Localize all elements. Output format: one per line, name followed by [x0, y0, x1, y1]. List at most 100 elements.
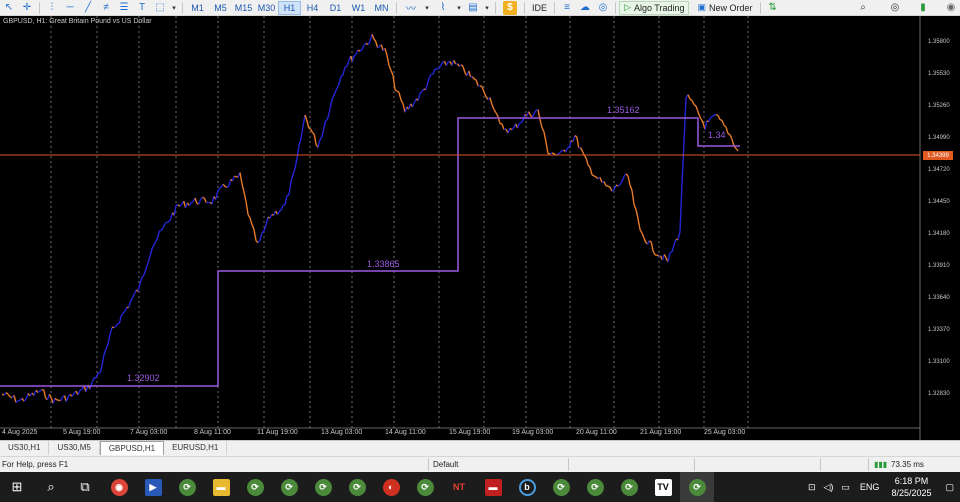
- display-icon[interactable]: ▭: [841, 482, 850, 493]
- candle-segment: [361, 45, 365, 50]
- ide-button[interactable]: IDE: [528, 1, 551, 15]
- windows-start-icon[interactable]: ⊞: [0, 472, 34, 502]
- profile-icon[interactable]: ◉: [942, 1, 960, 15]
- dollar-icon[interactable]: $: [503, 0, 517, 15]
- notifications-icon[interactable]: ▢: [945, 482, 954, 493]
- candle-segment: [168, 218, 172, 223]
- candle-segment: [551, 152, 555, 155]
- text-icon[interactable]: T: [133, 1, 151, 15]
- new-order-button[interactable]: ▣ New Order: [693, 1, 756, 15]
- community-icon[interactable]: ◎: [886, 1, 904, 15]
- metatrader-icon[interactable]: ⟳: [238, 472, 272, 502]
- candle-segment: [595, 176, 599, 180]
- candle-segment: [122, 310, 126, 314]
- candle-segment: [107, 334, 111, 345]
- metatrader-icon[interactable]: ⟳: [340, 472, 374, 502]
- metatrader-icon[interactable]: ⟳: [544, 472, 578, 502]
- candle-segment: [308, 127, 311, 130]
- candle-segment: [302, 114, 306, 127]
- metatrader-icon[interactable]: ⟳: [306, 472, 340, 502]
- chevron-down-icon[interactable]: ▾: [482, 1, 492, 15]
- task-view-icon[interactable]: ⧉: [68, 472, 102, 502]
- ninjatrader-icon[interactable]: NT: [442, 472, 476, 502]
- tab-us30-m5[interactable]: US30,M5: [49, 441, 100, 455]
- app-icon[interactable]: ◐: [374, 472, 408, 502]
- candle-segment: [511, 126, 515, 131]
- app-icon[interactable]: b: [510, 472, 544, 502]
- candle-segment: [321, 128, 325, 138]
- candle-segment: [568, 140, 572, 148]
- timeframe-h4[interactable]: H4: [301, 1, 324, 15]
- metatrader-icon[interactable]: ⟳: [612, 472, 646, 502]
- search-icon[interactable]: ⌕: [854, 1, 872, 15]
- tab-gbpusd-h1[interactable]: GBPUSD,H1: [99, 441, 165, 455]
- price-label: 1.33640: [928, 295, 950, 301]
- tab-eurusd-h1[interactable]: EURUSD,H1: [164, 441, 228, 455]
- vertical-line-icon[interactable]: ⫶: [43, 1, 61, 15]
- chevron-down-icon[interactable]: ▾: [169, 1, 179, 15]
- file-explorer-icon[interactable]: ▬: [204, 472, 238, 502]
- timeframe-w1[interactable]: W1: [347, 1, 370, 15]
- candle-segment: [115, 323, 119, 328]
- candle-segment: [216, 188, 221, 193]
- candle-segment: [445, 61, 449, 66]
- shapes-icon[interactable]: ⬚: [151, 1, 169, 15]
- chart-area[interactable]: GBPUSD, H1: Great Britain Pound vs US Do…: [0, 16, 960, 440]
- candle-segment: [698, 115, 702, 120]
- network-icon[interactable]: ⊡: [808, 482, 816, 493]
- fibonacci-icon[interactable]: ☰: [115, 1, 133, 15]
- level-icon[interactable]: ▮: [914, 1, 932, 15]
- timeframe-m30[interactable]: M30: [255, 1, 278, 15]
- candle-segment: [533, 110, 537, 114]
- level-step-line: [0, 117, 740, 387]
- separator: [428, 458, 429, 471]
- candle-segment: [91, 377, 95, 384]
- chevron-down-icon[interactable]: ▾: [422, 1, 432, 15]
- clock[interactable]: 6:18 PM 8/25/2025: [891, 475, 931, 499]
- app-icon[interactable]: ▬: [476, 472, 510, 502]
- templates-icon[interactable]: ▤: [464, 1, 482, 15]
- cloud-icon[interactable]: ☁: [576, 1, 594, 15]
- metatrader-icon[interactable]: ⟳: [408, 472, 442, 502]
- separator: [820, 458, 821, 471]
- indicators-icon[interactable]: ⌇: [432, 1, 454, 15]
- chrome-icon[interactable]: ◉: [102, 472, 136, 502]
- trade-arrows-icon[interactable]: ⇅: [764, 1, 782, 15]
- candle-segment: [247, 213, 251, 219]
- metatrader-icon[interactable]: ⟳: [680, 472, 714, 502]
- timeframe-mn[interactable]: MN: [370, 1, 393, 15]
- horizontal-line-icon[interactable]: ─: [61, 1, 79, 15]
- candle-segment: [346, 61, 350, 67]
- profile-name: Default: [433, 460, 459, 469]
- search-icon[interactable]: ⌕: [34, 472, 68, 502]
- timeframe-m15[interactable]: M15: [232, 1, 255, 15]
- cursor-icon[interactable]: ↖: [0, 1, 18, 15]
- chart-type-icon[interactable]: 〰: [400, 1, 422, 15]
- candle-segment: [284, 195, 288, 206]
- volume-icon[interactable]: ◁): [823, 482, 833, 493]
- timeframe-m5[interactable]: M5: [209, 1, 232, 15]
- vps-icon[interactable]: ◎: [594, 1, 612, 15]
- candle-segment: [296, 145, 300, 159]
- tradingview-icon[interactable]: TV: [646, 472, 680, 502]
- candle-segment: [421, 88, 425, 93]
- timeframe-h1[interactable]: H1: [278, 0, 301, 15]
- timeframe-d1[interactable]: D1: [324, 1, 347, 15]
- time-label: 25 Aug 03:00: [704, 429, 746, 436]
- trendline-icon[interactable]: ╱: [79, 1, 97, 15]
- app-icon[interactable]: ▶: [136, 472, 170, 502]
- candle-segment: [234, 175, 237, 178]
- candle-segment: [77, 390, 81, 396]
- algo-trading-button[interactable]: ▷ Algo Trading: [619, 0, 690, 15]
- timeframe-m1[interactable]: M1: [186, 1, 209, 15]
- candle-segment: [593, 175, 597, 178]
- chevron-down-icon[interactable]: ▾: [454, 1, 464, 15]
- metatrader-icon[interactable]: ⟳: [272, 472, 306, 502]
- metatrader-icon[interactable]: ⟳: [170, 472, 204, 502]
- channel-icon[interactable]: ≠: [97, 1, 115, 15]
- signals-icon[interactable]: ≡: [558, 1, 576, 15]
- metatrader-icon[interactable]: ⟳: [578, 472, 612, 502]
- crosshair-icon[interactable]: ✛: [18, 1, 36, 15]
- tab-us30-h1[interactable]: US30,H1: [0, 441, 50, 455]
- keyboard-language[interactable]: ENG: [860, 482, 880, 492]
